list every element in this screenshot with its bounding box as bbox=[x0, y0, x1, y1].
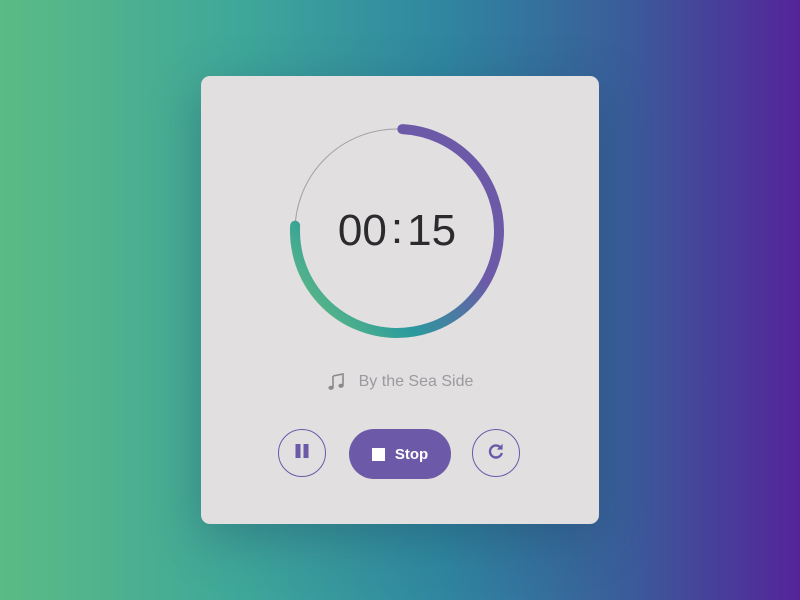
time-separator: : bbox=[390, 204, 404, 253]
restart-icon bbox=[487, 442, 505, 465]
track-title: By the Sea Side bbox=[358, 373, 474, 390]
time-display: 00 : 15 bbox=[287, 121, 507, 341]
pause-icon bbox=[294, 443, 310, 464]
playback-controls: Stop bbox=[201, 428, 599, 480]
stop-label: Stop bbox=[394, 445, 429, 463]
pause-button[interactable] bbox=[278, 429, 326, 477]
progress-dial: 00 : 15 bbox=[287, 121, 507, 341]
stop-button[interactable]: Stop bbox=[349, 429, 451, 479]
time-minutes: 00 bbox=[337, 206, 387, 255]
restart-button[interactable] bbox=[472, 429, 520, 477]
time-seconds: 15 bbox=[407, 206, 457, 255]
track-info: By the Sea Side bbox=[201, 370, 599, 394]
music-note-icon bbox=[327, 373, 345, 391]
stop-icon bbox=[371, 447, 385, 461]
timer-card: 00 : 15 By the Sea Side Stop bbox=[201, 76, 599, 524]
